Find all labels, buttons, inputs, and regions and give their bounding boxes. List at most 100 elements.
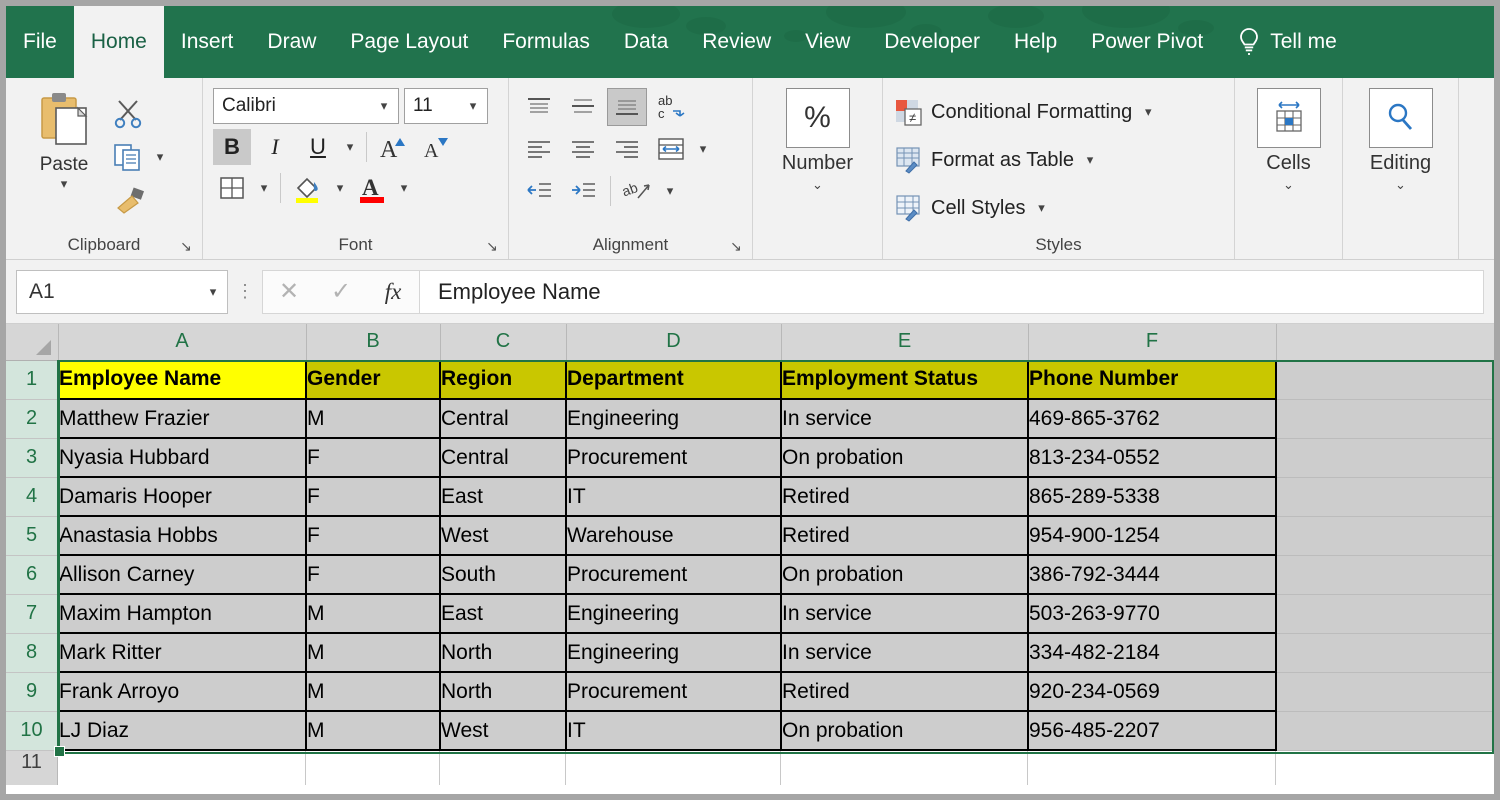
cell-A7[interactable]: Maxim Hampton [58, 594, 307, 634]
ribbon-tab-developer[interactable]: Developer [867, 6, 997, 78]
cell-A9[interactable]: Frank Arroyo [58, 672, 307, 712]
wrap-text-button[interactable]: ab [618, 172, 658, 210]
column-header-G[interactable] [1276, 324, 1494, 361]
cell-E11[interactable] [781, 751, 1028, 785]
align-right-button[interactable] [607, 130, 647, 168]
ribbon-tab-power-pivot[interactable]: Power Pivot [1074, 6, 1220, 78]
cell-D4[interactable]: IT [566, 477, 782, 517]
cell-B7[interactable]: M [306, 594, 441, 634]
font-name-combo[interactable]: Calibri ▾ [213, 88, 399, 124]
cell-C10[interactable]: West [440, 711, 567, 751]
cell-E1[interactable]: Employment Status [781, 360, 1029, 400]
number-format-button[interactable]: % Number ⌄ [763, 84, 872, 231]
underline-button[interactable]: U [299, 129, 337, 165]
confirm-check-icon[interactable]: ✓ [315, 277, 367, 306]
increase-indent-button[interactable] [563, 172, 603, 210]
select-all-corner[interactable] [6, 324, 59, 361]
cell-F11[interactable] [1028, 751, 1276, 785]
cell-B11[interactable] [306, 751, 440, 785]
column-header-C[interactable]: C [440, 324, 567, 361]
cell-A1[interactable]: Employee Name [58, 360, 307, 400]
bold-button[interactable]: B [213, 129, 251, 165]
cell-G3[interactable] [1276, 438, 1494, 478]
cell-F3[interactable]: 813-234-0552 [1028, 438, 1277, 478]
font-size-caret-icon[interactable]: ▾ [465, 98, 481, 114]
ribbon-tab-draw[interactable]: Draw [250, 6, 333, 78]
cell-F10[interactable]: 956-485-2207 [1028, 711, 1277, 751]
row-header-5[interactable]: 5 [6, 516, 59, 556]
font-color-caret-icon[interactable]: ▾ [396, 180, 412, 196]
align-middle-button[interactable] [563, 88, 603, 126]
ribbon-tab-formulas[interactable]: Formulas [485, 6, 607, 78]
cell-G6[interactable] [1276, 555, 1494, 595]
cell-G8[interactable] [1276, 633, 1494, 673]
cancel-x-icon[interactable]: ✕ [263, 277, 315, 306]
cell-B10[interactable]: M [306, 711, 441, 751]
cell-D1[interactable]: Department [566, 360, 782, 400]
underline-caret-icon[interactable]: ▾ [342, 139, 358, 155]
cell-G4[interactable] [1276, 477, 1494, 517]
clipboard-dialog-launcher[interactable]: ↘ [178, 238, 194, 254]
row-header-1[interactable]: 1 [6, 360, 59, 400]
align-left-button[interactable] [519, 130, 559, 168]
font-dialog-launcher[interactable]: ↘ [484, 238, 500, 254]
cell-A2[interactable]: Matthew Frazier [58, 399, 307, 439]
cell-A6[interactable]: Allison Carney [58, 555, 307, 595]
ribbon-tab-review[interactable]: Review [685, 6, 788, 78]
cell-F4[interactable]: 865-289-5338 [1028, 477, 1277, 517]
copy-button[interactable]: ▾ [112, 136, 168, 178]
cell-C6[interactable]: South [440, 555, 567, 595]
cell-F6[interactable]: 386-792-3444 [1028, 555, 1277, 595]
ribbon-tab-view[interactable]: View [788, 6, 867, 78]
cell-A4[interactable]: Damaris Hooper [58, 477, 307, 517]
styles-item-format-as-table[interactable]: Format as Table ▾ [893, 138, 1156, 182]
styles-item-caret-icon[interactable]: ▾ [1033, 200, 1049, 216]
format-painter-button[interactable] [112, 180, 168, 222]
cell-F1[interactable]: Phone Number [1028, 360, 1277, 400]
cell-E7[interactable]: In service [781, 594, 1029, 634]
cell-F8[interactable]: 334-482-2184 [1028, 633, 1277, 673]
column-header-B[interactable]: B [306, 324, 441, 361]
cell-A10[interactable]: LJ Diaz [58, 711, 307, 751]
row-header-2[interactable]: 2 [6, 399, 59, 439]
row-header-6[interactable]: 6 [6, 555, 59, 595]
styles-item-caret-icon[interactable]: ▾ [1082, 152, 1098, 168]
cell-D3[interactable]: Procurement [566, 438, 782, 478]
cell-C7[interactable]: East [440, 594, 567, 634]
formula-bar-handle[interactable]: ⋮ [228, 282, 262, 301]
cells-button[interactable]: Cells ⌄ [1245, 84, 1332, 231]
cell-B2[interactable]: M [306, 399, 441, 439]
decrease-indent-button[interactable] [519, 172, 559, 210]
cell-G5[interactable] [1276, 516, 1494, 556]
cell-B3[interactable]: F [306, 438, 441, 478]
cell-C3[interactable]: Central [440, 438, 567, 478]
cell-A8[interactable]: Mark Ritter [58, 633, 307, 673]
row-header-8[interactable]: 8 [6, 633, 59, 673]
cell-A5[interactable]: Anastasia Hobbs [58, 516, 307, 556]
cell-G2[interactable] [1276, 399, 1494, 439]
cell-A11[interactable] [58, 751, 306, 785]
paste-button[interactable]: Paste ▾ [16, 84, 112, 231]
merge-caret-icon[interactable]: ▾ [695, 141, 711, 157]
cell-E2[interactable]: In service [781, 399, 1029, 439]
editing-button[interactable]: Editing ⌄ [1353, 84, 1448, 231]
cell-B1[interactable]: Gender [306, 360, 441, 400]
borders-caret-icon[interactable]: ▾ [256, 180, 272, 196]
cell-B9[interactable]: M [306, 672, 441, 712]
wrap-text-caret-icon[interactable]: ▾ [662, 183, 678, 199]
column-header-F[interactable]: F [1028, 324, 1277, 361]
align-top-button[interactable] [519, 88, 559, 126]
cell-D9[interactable]: Procurement [566, 672, 782, 712]
cell-C1[interactable]: Region [440, 360, 567, 400]
cell-E6[interactable]: On probation [781, 555, 1029, 595]
cell-C8[interactable]: North [440, 633, 567, 673]
cell-B6[interactable]: F [306, 555, 441, 595]
name-box[interactable]: A1 ▾ [16, 269, 228, 314]
ribbon-tab-home[interactable]: Home [73, 6, 164, 78]
cell-B8[interactable]: M [306, 633, 441, 673]
ribbon-tab-page-layout[interactable]: Page Layout [333, 6, 485, 78]
cell-C5[interactable]: West [440, 516, 567, 556]
ribbon-tab-data[interactable]: Data [607, 6, 685, 78]
row-header-9[interactable]: 9 [6, 672, 59, 712]
cell-E8[interactable]: In service [781, 633, 1029, 673]
